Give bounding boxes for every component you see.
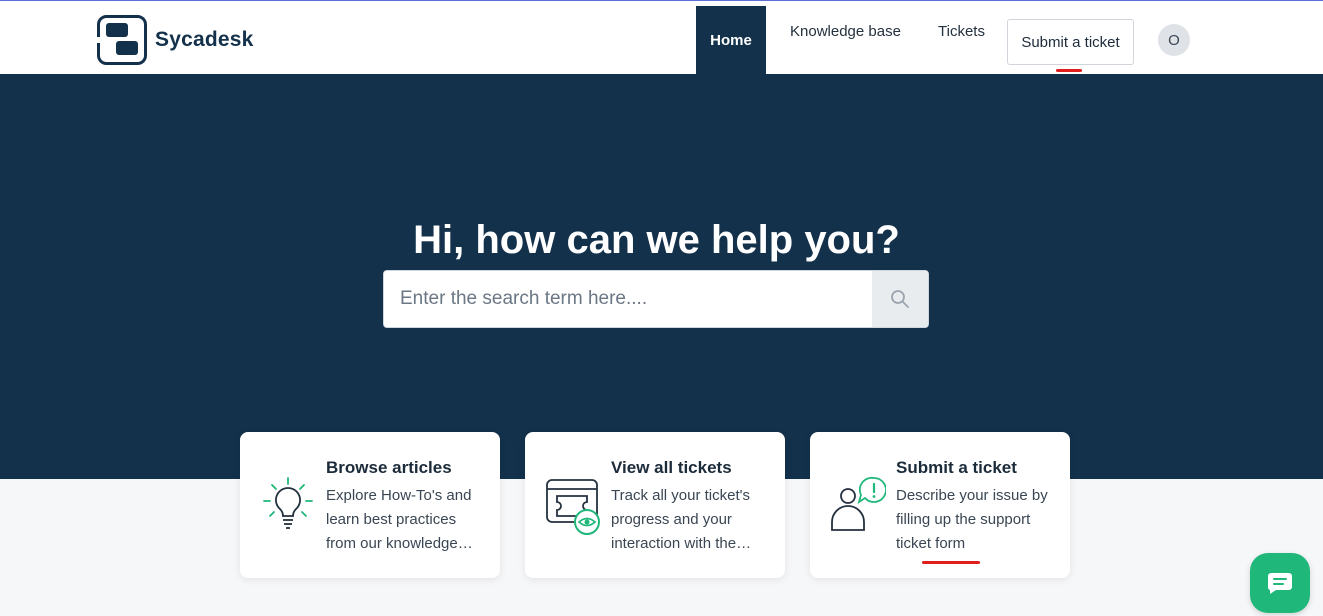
card-description: Explore How-To's and learn best practice… (326, 487, 472, 552)
hero-title: Hi, how can we help you? (413, 218, 900, 262)
ticket-eye-icon (546, 479, 600, 535)
card-view-all-tickets[interactable]: View all tickets Track all your ticket's… (525, 432, 785, 578)
card-description: Track all your ticket's progress and you… (611, 487, 751, 552)
sycadesk-logo-icon (97, 15, 147, 65)
chat-icon (1267, 573, 1292, 594)
nav-submit-ticket-button[interactable]: Submit a ticket (1007, 19, 1134, 65)
user-alert-icon (831, 476, 886, 531)
card-submit-ticket[interactable]: Submit a ticket Describe your issue by f… (810, 432, 1070, 578)
brand-name: Sycadesk (155, 28, 254, 51)
search-icon (891, 290, 909, 308)
card-title: Browse articles (326, 458, 452, 477)
avatar[interactable]: O (1158, 24, 1190, 56)
brand[interactable]: Sycadesk (97, 15, 254, 65)
lightbulb-icon (263, 477, 313, 529)
nav-tickets[interactable]: Tickets (938, 23, 985, 40)
search-button[interactable] (872, 271, 928, 327)
card-title: Submit a ticket (896, 458, 1017, 477)
card-browse-articles[interactable]: Browse articles Explore How-To's and lea… (240, 432, 500, 578)
annotation-underline (922, 561, 980, 564)
card-title: View all tickets (611, 458, 732, 477)
search-input[interactable] (384, 271, 873, 327)
annotation-underline (1056, 69, 1082, 72)
nav-knowledge-base[interactable]: Knowledge base (790, 23, 901, 40)
top-navbar: Sycadesk Home Knowledge base Tickets Sub… (0, 0, 1323, 74)
search-box (383, 270, 929, 328)
chat-button[interactable] (1250, 553, 1310, 613)
nav-home[interactable]: Home (696, 6, 766, 74)
card-description: Describe your issue by filling up the su… (896, 487, 1048, 552)
